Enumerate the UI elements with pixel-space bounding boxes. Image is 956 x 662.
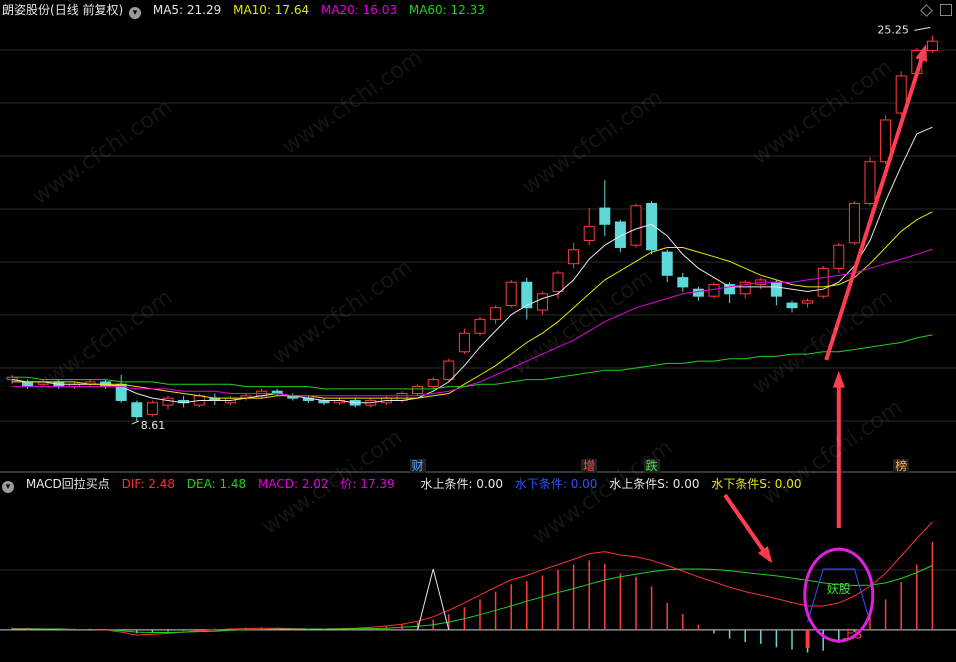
candle <box>458 332 470 353</box>
candle <box>677 277 689 288</box>
candle <box>926 40 938 51</box>
candle <box>427 379 439 388</box>
candle <box>536 293 548 311</box>
candle <box>474 318 486 334</box>
low-price-label: 8.61 <box>141 419 166 432</box>
candle <box>131 402 143 418</box>
candle <box>864 161 876 204</box>
candle <box>552 272 564 293</box>
event-marker[interactable]: 跌 <box>643 459 660 473</box>
stock-chart[interactable]: 25.258.61妖股上S <box>0 0 956 662</box>
candle <box>490 307 502 320</box>
candle <box>770 281 782 297</box>
candle <box>708 284 720 297</box>
event-marker[interactable]: 增 <box>581 459 598 473</box>
candle <box>786 302 798 309</box>
candle <box>568 249 580 265</box>
candle <box>396 393 408 401</box>
low-price-pointer <box>131 420 139 425</box>
candle <box>817 267 829 297</box>
high-price-label: 25.25 <box>877 23 909 36</box>
event-marker[interactable]: 榜 <box>893 459 910 473</box>
candle <box>412 386 424 395</box>
candle <box>802 300 814 304</box>
candle <box>505 281 517 306</box>
candle <box>443 360 455 381</box>
up-arrow-head <box>832 371 845 388</box>
candle <box>599 207 611 225</box>
candle <box>833 244 845 269</box>
event-marker[interactable]: 财 <box>409 459 426 473</box>
candle <box>848 202 860 244</box>
candle <box>162 397 174 406</box>
candle <box>583 226 595 242</box>
high-price-pointer <box>914 26 931 31</box>
sell-bar <box>805 629 810 648</box>
signal-label: 妖股 <box>827 582 851 596</box>
candle <box>661 251 673 276</box>
candle <box>630 205 642 246</box>
candle <box>146 402 158 415</box>
candle <box>692 288 704 297</box>
